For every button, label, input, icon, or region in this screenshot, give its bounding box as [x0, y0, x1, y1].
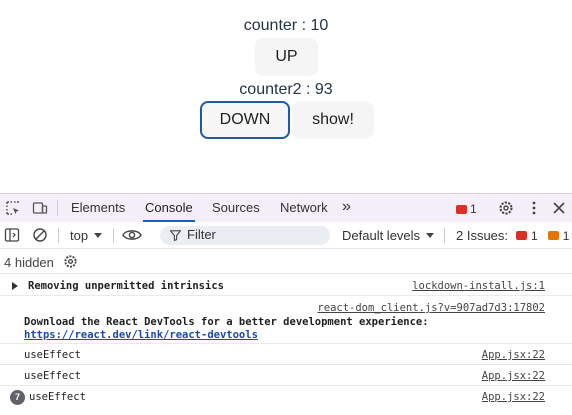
counter-label: counter : 10	[243, 17, 329, 34]
react-devtools-link[interactable]: https://react.dev/link/react-devtools	[24, 329, 258, 341]
more-tabs-chevron-icon[interactable]: »	[342, 194, 351, 222]
repeat-count-badge: 7	[10, 390, 25, 405]
context-value: top	[70, 228, 89, 243]
hidden-count: 4 hidden	[4, 255, 54, 270]
tab-sources[interactable]: Sources	[212, 194, 260, 222]
console-message: useEffect App.jsx:22	[0, 344, 572, 365]
toolbar-separator	[58, 228, 59, 243]
error-counter[interactable]: 1	[456, 202, 477, 216]
console-message: react-dom_client.js?v=907ad7d3:17802 Dow…	[0, 296, 572, 344]
chevron-down-icon	[426, 232, 435, 238]
log-levels-value: Default levels	[342, 228, 421, 243]
message-source-link[interactable]: App.jsx:22	[482, 391, 545, 403]
message-text: useEffect	[29, 391, 86, 403]
issues-label: 2 Issues:	[456, 228, 509, 243]
counter2-label: counter2 : 93	[239, 81, 333, 98]
hidden-messages-bar: 4 hidden	[0, 249, 572, 274]
chevron-down-icon	[94, 232, 103, 238]
issue-warning-icon	[547, 231, 559, 240]
message-text: Removing unpermitted intrinsics	[28, 280, 224, 292]
context-selector[interactable]: top	[70, 228, 103, 243]
show-button[interactable]: show!	[292, 101, 374, 139]
toolbar-separator	[113, 228, 114, 243]
settings-gear-icon[interactable]	[498, 200, 514, 216]
more-options-kebab-icon[interactable]	[526, 200, 542, 216]
error-icon	[456, 204, 467, 214]
app-viewport: counter : 10 UP counter2 : 93 DOWN show!	[0, 0, 572, 193]
console-message: 7 useEffect App.jsx:22	[0, 386, 572, 408]
toolbar-separator	[444, 228, 445, 243]
message-source-link[interactable]: App.jsx:22	[482, 349, 545, 361]
message-text: useEffect	[24, 370, 81, 382]
filter-placeholder: Filter	[187, 227, 216, 242]
console-settings-gear-icon[interactable]	[63, 254, 78, 269]
tab-separator	[57, 200, 58, 216]
tab-network[interactable]: Network	[280, 194, 328, 222]
issue-error-icon	[516, 231, 528, 240]
issue-error-count: 1	[531, 228, 538, 243]
live-expression-eye-icon[interactable]	[122, 228, 142, 242]
log-levels-dropdown[interactable]: Default levels	[342, 228, 435, 243]
inspect-element-icon[interactable]	[5, 200, 21, 216]
console-toolbar: top Filter Default levels 2 Issues: 1 1	[0, 222, 572, 249]
filter-input[interactable]	[160, 226, 330, 245]
message-source-link[interactable]: react-dom_client.js?v=907ad7d3:17802	[317, 302, 545, 314]
filter-funnel-icon	[170, 230, 181, 241]
message-text: Download the React DevTools for a better…	[24, 316, 429, 328]
up-button[interactable]: UP	[255, 38, 318, 76]
issue-warning-count: 1	[562, 228, 570, 243]
message-source-link[interactable]: lockdown-install.js:1	[412, 280, 545, 292]
down-button[interactable]: DOWN	[200, 101, 290, 139]
sidebar-toggle-icon[interactable]	[4, 227, 20, 243]
tab-console[interactable]: Console	[143, 194, 195, 222]
devtools-tabbar: Elements Console Sources Network » 1	[0, 194, 572, 222]
error-count: 1	[470, 202, 477, 216]
message-source-link[interactable]: App.jsx:22	[482, 370, 545, 382]
devtools-panel: Elements Console Sources Network » 1 top…	[0, 193, 572, 415]
console-message: useEffect App.jsx:22	[0, 365, 572, 386]
expand-triangle-icon[interactable]	[12, 282, 18, 290]
message-text: useEffect	[24, 349, 81, 361]
close-devtools-icon[interactable]	[551, 200, 567, 216]
device-toolbar-icon[interactable]	[32, 200, 48, 216]
clear-console-icon[interactable]	[32, 227, 48, 243]
tab-elements[interactable]: Elements	[71, 194, 125, 222]
console-message[interactable]: Removing unpermitted intrinsics lockdown…	[0, 274, 572, 296]
issues-button[interactable]: 2 Issues: 1 1	[456, 228, 569, 243]
